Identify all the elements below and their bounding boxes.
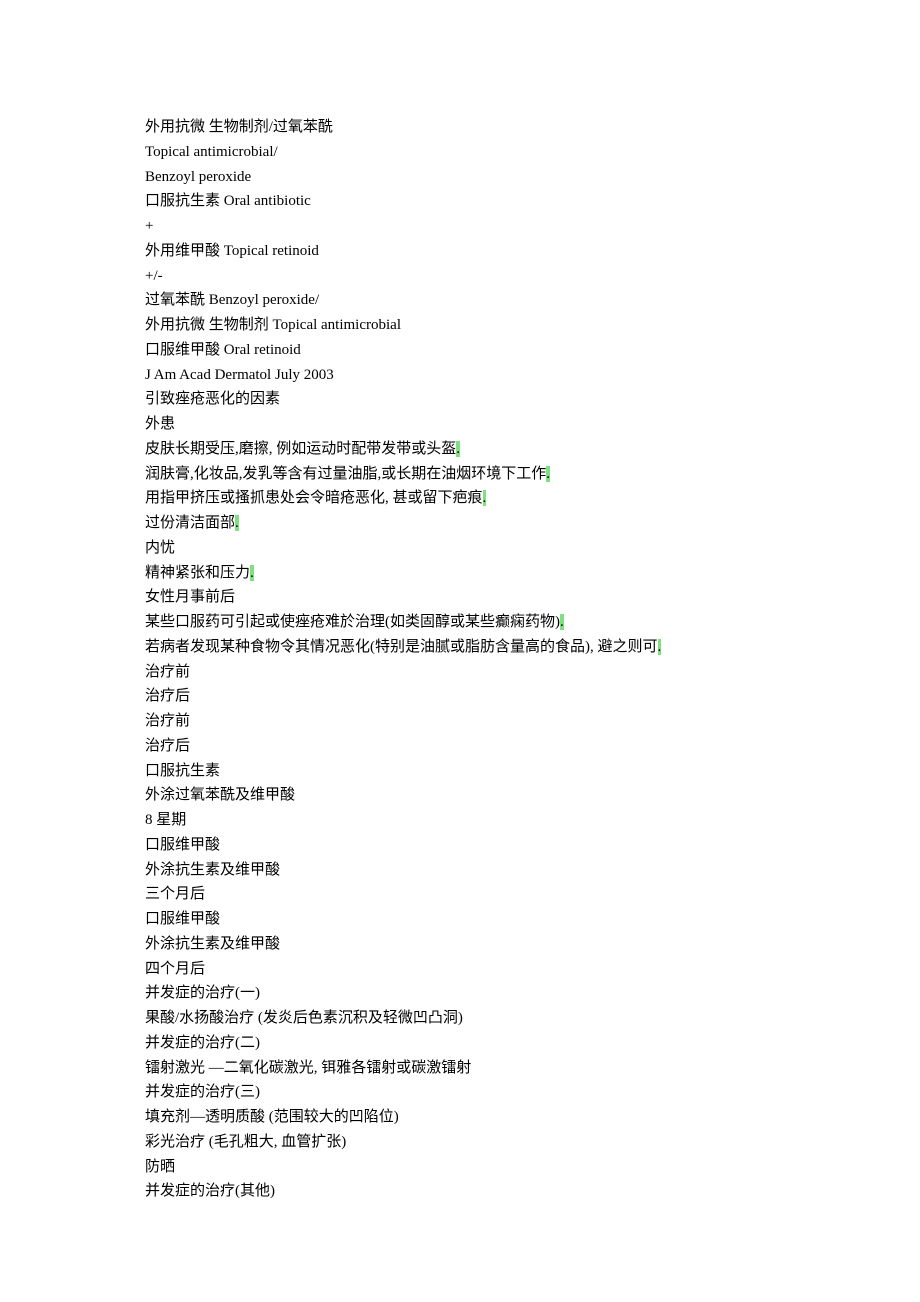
line-text: 外用抗微 生物制剂/过氧苯酰: [145, 119, 333, 135]
line-text: 防晒: [145, 1159, 175, 1175]
line-text: 口服维甲酸: [145, 837, 220, 853]
line-text: 过氧苯酰 Benzoyl peroxide/: [145, 292, 319, 308]
text-line: 口服抗生素 Oral antibiotic: [145, 189, 775, 214]
text-line: 外涂抗生素及维甲酸: [145, 858, 775, 883]
text-line: Topical antimicrobial/: [145, 140, 775, 165]
line-text: +: [145, 218, 153, 234]
line-text: 外涂抗生素及维甲酸: [145, 936, 280, 952]
highlighted-period: .: [456, 441, 460, 457]
line-text: 治疗后: [145, 688, 190, 704]
text-line: 引致痤疮恶化的因素: [145, 387, 775, 412]
highlighted-period: .: [546, 466, 550, 482]
text-line: 8 星期: [145, 808, 775, 833]
line-text: 并发症的治疗(三): [145, 1084, 260, 1100]
line-text: 并发症的治疗(二): [145, 1035, 260, 1051]
text-line: 口服维甲酸: [145, 833, 775, 858]
line-text: 外涂过氧苯酰及维甲酸: [145, 787, 295, 803]
text-line: +/-: [145, 264, 775, 289]
line-text: 治疗后: [145, 738, 190, 754]
line-text: 果酸/水扬酸治疗 (发炎后色素沉积及轻微凹凸洞): [145, 1010, 463, 1026]
line-text: 女性月事前后: [145, 589, 235, 605]
text-line: 口服维甲酸: [145, 907, 775, 932]
text-line: 果酸/水扬酸治疗 (发炎后色素沉积及轻微凹凸洞): [145, 1006, 775, 1031]
text-line: 外患: [145, 412, 775, 437]
line-text: 外用维甲酸 Topical retinoid: [145, 243, 319, 259]
text-line: 精神紧张和压力.: [145, 561, 775, 586]
line-text: 用指甲挤压或搔抓患处会令暗疮恶化, 甚或留下疤痕: [145, 490, 483, 506]
line-text: 精神紧张和压力: [145, 565, 250, 581]
line-text: 内忧: [145, 540, 175, 556]
text-line: 外用抗微 生物制剂 Topical antimicrobial: [145, 313, 775, 338]
highlighted-period: .: [560, 614, 564, 630]
line-text: +/-: [145, 268, 163, 284]
text-line: 治疗前: [145, 660, 775, 685]
text-line: 并发症的治疗(一): [145, 981, 775, 1006]
text-line: 防晒: [145, 1155, 775, 1180]
text-line: 治疗后: [145, 734, 775, 759]
text-line: 皮肤长期受压,磨擦, 例如运动时配带发带或头盔.: [145, 437, 775, 462]
line-text: 治疗前: [145, 713, 190, 729]
highlighted-period: .: [658, 639, 662, 655]
text-line: 用指甲挤压或搔抓患处会令暗疮恶化, 甚或留下疤痕.: [145, 486, 775, 511]
text-line: 外涂过氧苯酰及维甲酸: [145, 783, 775, 808]
line-text: 8 星期: [145, 812, 186, 828]
line-text: Benzoyl peroxide: [145, 169, 251, 185]
line-text: 口服维甲酸: [145, 911, 220, 927]
line-text: 治疗前: [145, 664, 190, 680]
text-line: 口服抗生素: [145, 759, 775, 784]
text-line: 治疗后: [145, 684, 775, 709]
line-text: J Am Acad Dermatol July 2003: [145, 367, 334, 383]
text-line: 内忧: [145, 536, 775, 561]
text-line: 外用抗微 生物制剂/过氧苯酰: [145, 115, 775, 140]
text-line: 三个月后: [145, 882, 775, 907]
line-text: 引致痤疮恶化的因素: [145, 391, 280, 407]
text-line: 外涂抗生素及维甲酸: [145, 932, 775, 957]
line-text: 润肤膏,化妆品,发乳等含有过量油脂,或长期在油烟环境下工作: [145, 466, 546, 482]
text-line: 外用维甲酸 Topical retinoid: [145, 239, 775, 264]
text-line: +: [145, 214, 775, 239]
text-line: 并发症的治疗(其他): [145, 1179, 775, 1204]
line-text: Topical antimicrobial/: [145, 144, 278, 160]
line-text: 口服抗生素 Oral antibiotic: [145, 193, 311, 209]
text-line: 镭射激光 —二氧化碳激光, 铒雅各镭射或碳激镭射: [145, 1056, 775, 1081]
line-text: 填充剂—透明质酸 (范围较大的凹陷位): [145, 1109, 399, 1125]
highlighted-period: .: [235, 515, 239, 531]
text-line: 若病者发现某种食物令其情况恶化(特别是油腻或脂肪含量高的食品), 避之则可.: [145, 635, 775, 660]
text-line: 并发症的治疗(三): [145, 1080, 775, 1105]
text-line: 治疗前: [145, 709, 775, 734]
text-line: Benzoyl peroxide: [145, 165, 775, 190]
text-line: 口服维甲酸 Oral retinoid: [145, 338, 775, 363]
line-text: 外用抗微 生物制剂 Topical antimicrobial: [145, 317, 401, 333]
line-text: 皮肤长期受压,磨擦, 例如运动时配带发带或头盔: [145, 441, 456, 457]
text-line: 填充剂—透明质酸 (范围较大的凹陷位): [145, 1105, 775, 1130]
line-text: 过份清洁面部: [145, 515, 235, 531]
text-line: 过氧苯酰 Benzoyl peroxide/: [145, 288, 775, 313]
line-text: 彩光治疗 (毛孔粗大, 血管扩张): [145, 1134, 346, 1150]
text-line: 彩光治疗 (毛孔粗大, 血管扩张): [145, 1130, 775, 1155]
text-line: 润肤膏,化妆品,发乳等含有过量油脂,或长期在油烟环境下工作.: [145, 462, 775, 487]
line-text: 口服维甲酸 Oral retinoid: [145, 342, 301, 358]
line-text: 四个月后: [145, 961, 205, 977]
text-line: 四个月后: [145, 957, 775, 982]
line-text: 某些口服药可引起或使痤疮难於治理(如类固醇或某些癫痫药物): [145, 614, 560, 630]
line-text: 外涂抗生素及维甲酸: [145, 862, 280, 878]
text-line: 某些口服药可引起或使痤疮难於治理(如类固醇或某些癫痫药物).: [145, 610, 775, 635]
line-text: 三个月后: [145, 886, 205, 902]
text-line: 并发症的治疗(二): [145, 1031, 775, 1056]
line-text: 若病者发现某种食物令其情况恶化(特别是油腻或脂肪含量高的食品), 避之则可: [145, 639, 658, 655]
text-line: J Am Acad Dermatol July 2003: [145, 363, 775, 388]
text-line: 过份清洁面部.: [145, 511, 775, 536]
document-page: 外用抗微 生物制剂/过氧苯酰 Topical antimicrobial/Benz…: [0, 0, 920, 1302]
text-line: 女性月事前后: [145, 585, 775, 610]
line-text: 并发症的治疗(一): [145, 985, 260, 1001]
highlighted-period: .: [250, 565, 254, 581]
line-text: 口服抗生素: [145, 763, 220, 779]
line-text: 并发症的治疗(其他): [145, 1183, 275, 1199]
line-text: 镭射激光 —二氧化碳激光, 铒雅各镭射或碳激镭射: [145, 1060, 471, 1076]
line-text: 外患: [145, 416, 175, 432]
highlighted-period: .: [483, 490, 487, 506]
